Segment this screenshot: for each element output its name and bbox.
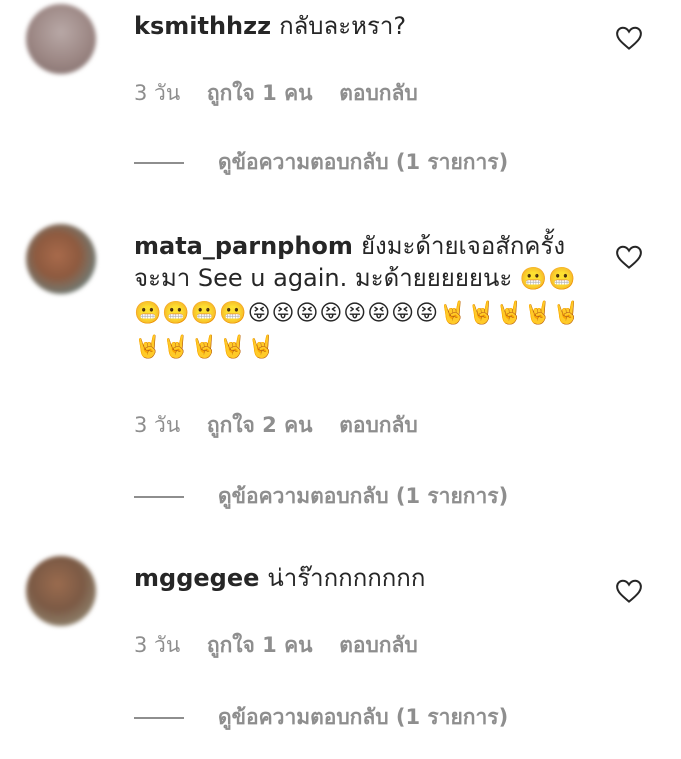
- view-replies-label: ดูข้อความตอบกลับ (1 รายการ): [218, 150, 509, 174]
- comment-meta: 3 วัน ถูกใจ 2 คน ตอบกลับ: [134, 409, 438, 442]
- comment-body: กลับละหรา?: [279, 12, 407, 40]
- avatar[interactable]: [26, 556, 96, 626]
- comment-text: ksmithhzz กลับละหรา?: [134, 10, 584, 42]
- likes-count[interactable]: ถูกใจ 1 คน: [207, 633, 313, 657]
- comment-time: 3 วัน: [134, 413, 181, 437]
- comment-username[interactable]: mata_parnphom: [134, 232, 353, 260]
- avatar[interactable]: [26, 4, 96, 74]
- view-replies-label: ดูข้อความตอบกลับ (1 รายการ): [218, 705, 509, 729]
- divider-line: [134, 161, 184, 164]
- comment-text: mata_parnphom ยังมะด้ายเจอสักครั้ง จะมา S…: [134, 230, 584, 364]
- view-replies-button[interactable]: ดูข้อความตอบกลับ (1 รายการ): [134, 701, 508, 734]
- comment-username[interactable]: ksmithhzz: [134, 12, 271, 40]
- view-replies-label: ดูข้อความตอบกลับ (1 รายการ): [218, 484, 509, 508]
- comment-time: 3 วัน: [134, 81, 181, 105]
- comment-meta: 3 วัน ถูกใจ 1 คน ตอบกลับ: [134, 629, 438, 662]
- comment-text: mggegee น่าร๊ากกกกกกก: [134, 562, 584, 594]
- view-replies-button[interactable]: ดูข้อความตอบกลับ (1 รายการ): [134, 146, 508, 179]
- reply-button[interactable]: ตอบกลับ: [339, 633, 418, 657]
- likes-count[interactable]: ถูกใจ 1 คน: [207, 81, 313, 105]
- heart-icon[interactable]: [614, 242, 644, 272]
- likes-count[interactable]: ถูกใจ 2 คน: [207, 413, 313, 437]
- reply-button[interactable]: ตอบกลับ: [339, 413, 418, 437]
- reply-button[interactable]: ตอบกลับ: [339, 81, 418, 105]
- view-replies-button[interactable]: ดูข้อความตอบกลับ (1 รายการ): [134, 480, 508, 513]
- divider-line: [134, 716, 184, 719]
- comment-time: 3 วัน: [134, 633, 181, 657]
- comment-username[interactable]: mggegee: [134, 564, 259, 592]
- heart-icon[interactable]: [614, 576, 644, 606]
- comment-body: น่าร๊ากกกกกกก: [267, 564, 426, 592]
- comment-meta: 3 วัน ถูกใจ 1 คน ตอบกลับ: [134, 77, 438, 110]
- divider-line: [134, 495, 184, 498]
- avatar[interactable]: [26, 224, 96, 294]
- heart-icon[interactable]: [614, 23, 644, 53]
